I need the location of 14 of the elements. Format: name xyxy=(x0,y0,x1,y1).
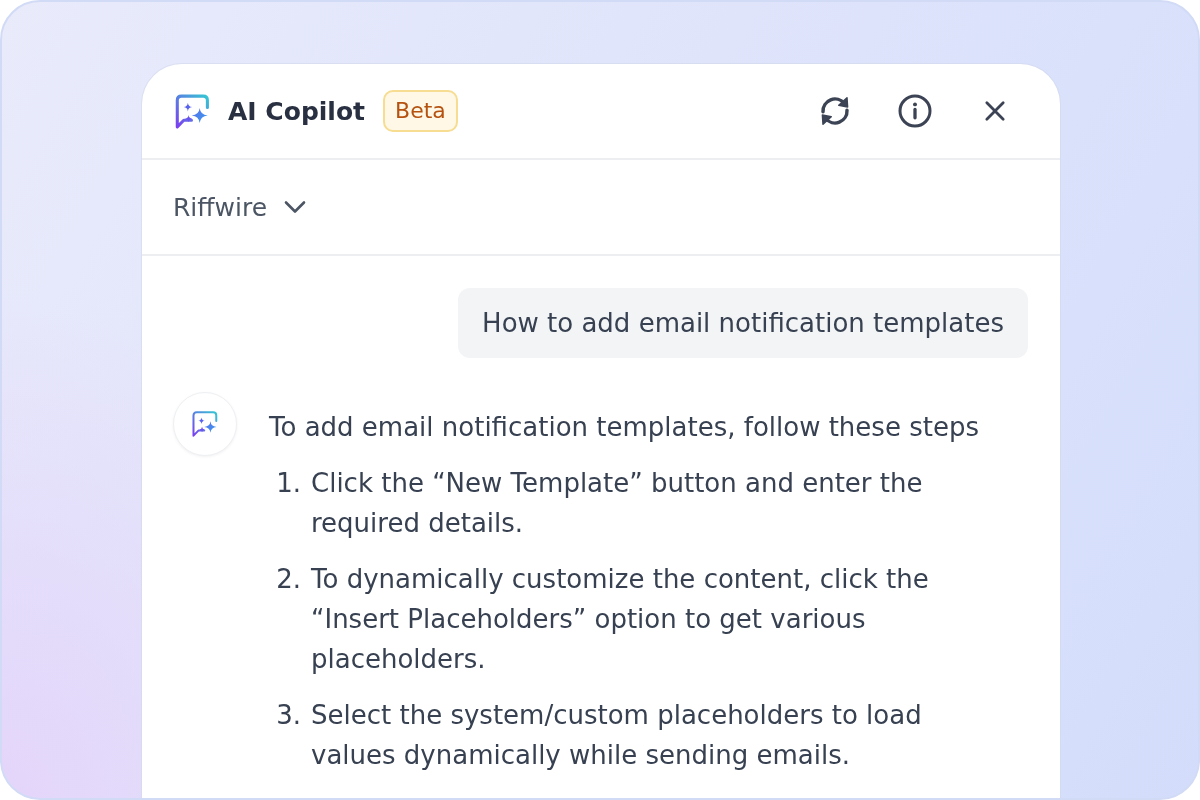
assistant-avatar-icon xyxy=(173,392,237,456)
step-number: 1. xyxy=(275,467,301,500)
user-message: How to add email notification templates xyxy=(458,288,1028,358)
step-text: Select the system/custom placeholders to load values dynamically while sending emails. xyxy=(311,699,923,772)
step-number: 2. xyxy=(275,563,301,596)
step-text: Click the “New Template” button and enter the required details. xyxy=(311,467,924,540)
beta-badge: Beta xyxy=(383,90,458,132)
step-text: To dynamically customize the content, click the “Insert Placeholders” option to get various placeholders. xyxy=(311,563,930,676)
workspace-dropdown[interactable]: Riffwire xyxy=(173,192,308,222)
step-number: 3. xyxy=(275,699,301,732)
assistant-message-text: To add email notification templates, follow these steps xyxy=(269,411,980,444)
info-icon xyxy=(897,93,933,129)
panel-title: AI Copilot xyxy=(228,96,366,126)
chat-sparkle-logo-icon xyxy=(174,92,211,130)
